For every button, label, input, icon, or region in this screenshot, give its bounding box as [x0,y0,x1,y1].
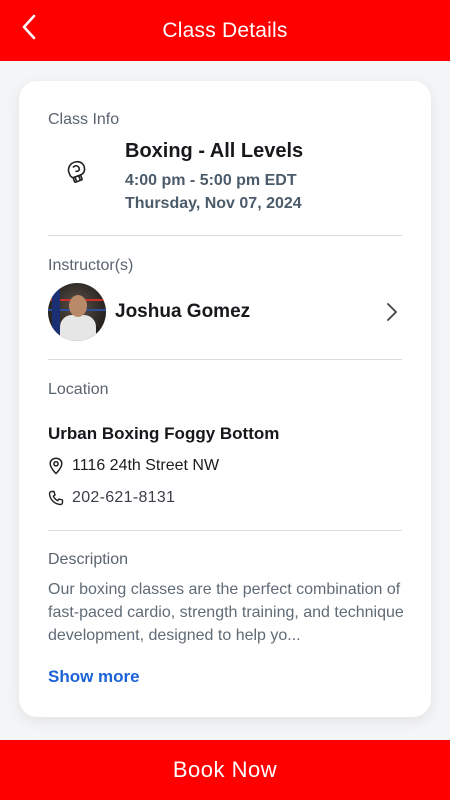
address-text: 1116 24th Street NW [72,457,220,474]
class-info-label: Class Info [48,111,120,128]
divider [48,235,402,236]
book-now-button[interactable]: Book Now [0,740,450,800]
location-label: Location [48,381,109,398]
address-row: 1116 24th Street NW [48,457,219,475]
instructor-row[interactable]: Joshua Gomez [48,282,404,342]
phone-icon [48,489,64,507]
avatar [48,283,106,341]
class-name: Boxing - All Levels [125,140,304,162]
location-name: Urban Boxing Foggy Bottom [48,424,280,443]
chevron-left-icon [22,14,36,40]
show-more-link[interactable]: Show more [48,667,140,687]
class-time: 4:00 pm - 5:00 pm EDT [125,172,297,189]
class-details-card: Class Info Boxing - All Levels 4:00 pm -… [19,81,431,717]
phone-text[interactable]: 202-621-8131 [72,489,175,507]
phone-row[interactable]: 202-621-8131 [48,489,175,507]
description-label: Description [48,551,129,568]
divider [48,530,402,531]
instructor-label: Instructor(s) [48,257,134,274]
boxing-glove-icon [50,144,104,198]
divider [48,359,402,360]
instructor-name: Joshua Gomez [115,301,251,322]
map-pin-icon [48,457,64,475]
description-text: Our boxing classes are the perfect combi… [48,581,404,644]
back-button[interactable] [14,12,44,42]
class-date: Thursday, Nov 07, 2024 [125,195,302,212]
page-title: Class Details [162,18,288,42]
chevron-right-icon [382,300,402,324]
app-header: Class Details [0,0,450,61]
